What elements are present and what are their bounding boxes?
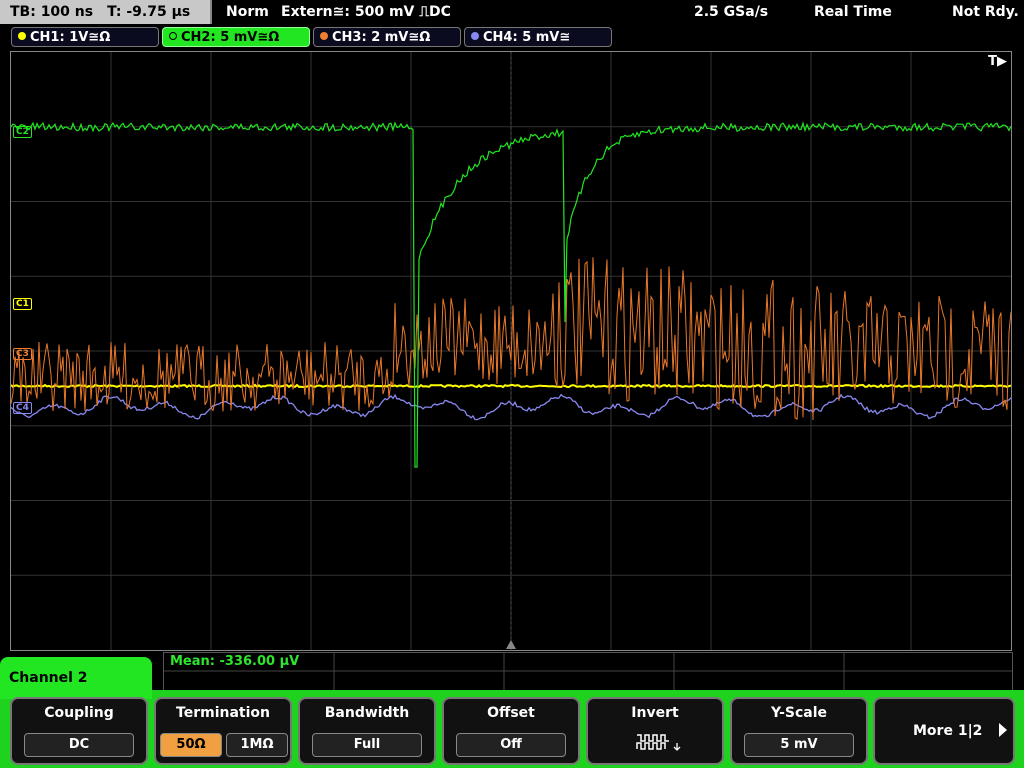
tab-ch1[interactable]: CH1: 1V≅Ω <box>11 27 159 47</box>
bandwidth-value[interactable]: Full <box>312 733 422 757</box>
bandwidth-softkey[interactable]: Bandwidth Full <box>298 697 436 765</box>
trigger-marker-icon: T▶ <box>988 54 1007 69</box>
coupling-softkey[interactable]: Coupling DC <box>10 697 148 765</box>
active-channel-tab[interactable]: Channel 2 <box>0 657 152 699</box>
ch3-offset-marker[interactable]: C3 <box>13 348 32 360</box>
ch2-dot-icon <box>169 32 177 40</box>
offset-value[interactable]: Off <box>456 733 566 757</box>
acquisition-mode: Real Time <box>814 4 892 20</box>
ch1-offset-marker[interactable]: C1 <box>13 298 32 310</box>
ch4-label: CH4: 5 mV≅ <box>483 30 571 45</box>
invert-softkey[interactable]: Invert <box>586 697 724 765</box>
yscale-value[interactable]: 5 mV <box>744 733 854 757</box>
trigger-source[interactable]: Extern≅: 500 mV ⎍DC <box>281 0 451 24</box>
invert-title: Invert <box>631 705 679 721</box>
arrow-right-icon <box>999 723 1007 737</box>
ch4-dot-icon <box>471 32 479 40</box>
offset-title: Offset <box>487 705 535 721</box>
timebase-box[interactable]: TB: 100 ns T: -9.75 µs <box>0 0 212 24</box>
ch3-label: CH3: 2 mV≅Ω <box>332 30 431 45</box>
termination-title: Termination <box>176 705 270 721</box>
ch1-dot-icon <box>18 32 26 40</box>
trigger-time-value: T: -9.75 µs <box>107 4 191 20</box>
tab-ch3[interactable]: CH3: 2 mV≅Ω <box>313 27 461 47</box>
ch2-label: CH2: 5 mV≅Ω <box>181 30 280 45</box>
yscale-title: Y-Scale <box>770 705 827 721</box>
trigger-position-icon <box>506 640 516 649</box>
termination-1mohm[interactable]: 1MΩ <box>226 733 288 757</box>
more-softkey[interactable]: More 1|2 <box>873 697 1015 765</box>
bandwidth-title: Bandwidth <box>324 705 410 721</box>
invert-wave-icon <box>636 734 681 751</box>
termination-softkey[interactable]: Termination 50Ω 1MΩ <box>154 697 292 765</box>
offset-softkey[interactable]: Offset Off <box>442 697 580 765</box>
more-label: More 1|2 <box>913 723 983 739</box>
termination-50ohm[interactable]: 50Ω <box>160 733 222 757</box>
trigger-mode[interactable]: Norm <box>226 0 269 24</box>
mean-measurement: Mean: -336.00 µV <box>170 654 300 669</box>
ch1-label: CH1: 1V≅Ω <box>30 30 111 45</box>
yscale-softkey[interactable]: Y-Scale 5 mV <box>730 697 868 765</box>
waveform-display[interactable]: T▶ C2 C1 C3 C4 <box>10 51 1012 651</box>
tab-ch4[interactable]: CH4: 5 mV≅ <box>464 27 612 47</box>
ch2-offset-marker[interactable]: C2 <box>13 126 32 138</box>
tab-ch2[interactable]: CH2: 5 mV≅Ω <box>162 27 310 47</box>
ch3-dot-icon <box>320 32 328 40</box>
coupling-title: Coupling <box>44 705 114 721</box>
sample-rate: 2.5 GSa/s <box>694 4 769 20</box>
waveform-svg <box>11 52 1011 650</box>
acquisition-state: Not Rdy. <box>952 4 1019 20</box>
coupling-value[interactable]: DC <box>24 733 134 757</box>
timebase-value: TB: 100 ns <box>10 4 94 20</box>
ch4-offset-marker[interactable]: C4 <box>13 402 32 414</box>
